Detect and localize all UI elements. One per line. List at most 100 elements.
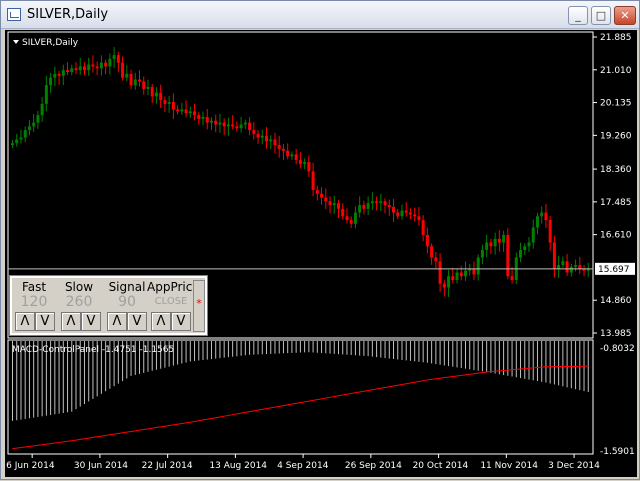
candle-body (171, 102, 175, 110)
candle-body (557, 264, 561, 269)
candle-body (184, 109, 188, 114)
candle-body (480, 250, 484, 258)
candle-body (99, 62, 103, 69)
candle-body (66, 70, 70, 73)
candle-body (146, 87, 150, 89)
signal-down-button[interactable]: V (127, 312, 147, 331)
candle-body (269, 139, 273, 142)
candle-body (159, 92, 163, 101)
indicator-label: MACD-ControlPanel -1.4751 -1.1565 (12, 345, 174, 355)
date-tick-label: 13 Aug 2014 (209, 461, 267, 471)
candle-body (489, 242, 493, 247)
candle-body (112, 55, 116, 59)
candle-body (294, 154, 298, 161)
candle-body (430, 246, 434, 258)
candle-body (27, 126, 31, 131)
candle-body (281, 148, 285, 151)
price-tick-label: 21.885 (600, 33, 632, 43)
candle-body (472, 268, 476, 275)
symbol-dropdown-icon[interactable] (13, 40, 19, 44)
candle-body (116, 55, 120, 63)
appprice-up-button[interactable]: Λ (151, 312, 171, 331)
symbol-label: SILVER,Daily (22, 38, 79, 48)
slow-up-button[interactable]: Λ (61, 312, 81, 331)
candle-body (451, 276, 455, 280)
candle-body (506, 235, 510, 277)
title-bar[interactable]: SILVER,Daily _ □ ✕ (1, 1, 639, 29)
candle-body (421, 220, 425, 236)
price-tick-label: 20.135 (600, 99, 632, 109)
candle-body (252, 130, 256, 134)
candle-body (404, 210, 408, 213)
fast-down-button[interactable]: V (35, 312, 55, 331)
candle-body (133, 79, 137, 86)
panel-close-button[interactable]: * (193, 280, 205, 332)
candle-body (265, 135, 269, 142)
minimize-button[interactable]: _ (568, 6, 588, 25)
date-tick-label: 20 Oct 2014 (413, 461, 469, 471)
maximize-button[interactable]: □ (591, 6, 611, 25)
candle-body (125, 73, 129, 78)
candle-body (205, 116, 209, 123)
price-chart[interactable]: 21.885 21.010 20.135 19.260 18.360 17.485 16.6… (5, 30, 637, 477)
candle-body (561, 261, 565, 265)
candle-body (256, 133, 260, 138)
candle-body (104, 62, 108, 67)
candle-body (552, 242, 556, 269)
signal-label: Signal (108, 280, 146, 294)
signal-value: 90 (118, 294, 136, 310)
candle-body (214, 120, 218, 125)
signal-column: Signal 90 (105, 280, 149, 310)
close-button[interactable]: ✕ (614, 6, 636, 25)
candle-body (108, 58, 112, 67)
candle-body (320, 193, 324, 198)
candle-body (417, 216, 421, 221)
date-tick-label: 6 Jun 2014 (6, 461, 55, 471)
candle-body (231, 124, 235, 127)
candle-body (345, 216, 349, 221)
appprice-down-button[interactable]: V (171, 312, 191, 331)
candle-body (523, 246, 527, 251)
date-tick-label: 26 Sep 2014 (345, 461, 402, 471)
candle-body (150, 87, 154, 97)
candle-body (138, 79, 142, 82)
candle-body (163, 100, 167, 104)
candle-body (332, 203, 336, 206)
candle-body (193, 111, 197, 116)
slow-value: 260 (65, 294, 93, 310)
candle-body (209, 120, 213, 123)
candle-body (142, 81, 146, 89)
candle-body (353, 212, 357, 224)
candle-body (260, 135, 264, 138)
slow-down-button[interactable]: V (81, 312, 101, 331)
candle-body (180, 109, 184, 112)
price-tick-label: 17.485 (600, 198, 632, 208)
candle-body (548, 220, 552, 243)
chart-canvas[interactable]: 21.885 21.010 20.135 19.260 18.360 17.485 16.6… (5, 30, 637, 477)
price-tick-label: 13.985 (600, 329, 632, 339)
candle-body (222, 122, 226, 127)
candle-body (383, 201, 387, 206)
candle-body (82, 66, 86, 71)
signal-up-button[interactable]: Λ (107, 312, 127, 331)
candle-body (476, 257, 480, 275)
candle-body (510, 276, 514, 280)
fast-label: Fast (21, 280, 47, 294)
candle-body (497, 238, 501, 243)
date-tick-label: 11 Nov 2014 (480, 461, 538, 471)
slow-label: Slow (64, 280, 94, 294)
candle-body (396, 212, 400, 217)
appprice-value: CLOSE (154, 296, 188, 307)
candle-body (277, 145, 281, 149)
appprice-column: AppPrice CLOSE (147, 280, 200, 310)
candle-body (19, 137, 23, 140)
candle-body (413, 214, 417, 217)
candle-body (239, 124, 243, 129)
fast-up-button[interactable]: Λ (15, 312, 35, 331)
candle-body (535, 216, 539, 228)
candle-body (362, 205, 366, 209)
candle-body (379, 201, 383, 204)
candle-body (392, 206, 396, 213)
candle-body (434, 257, 438, 262)
candle-body (328, 201, 332, 206)
